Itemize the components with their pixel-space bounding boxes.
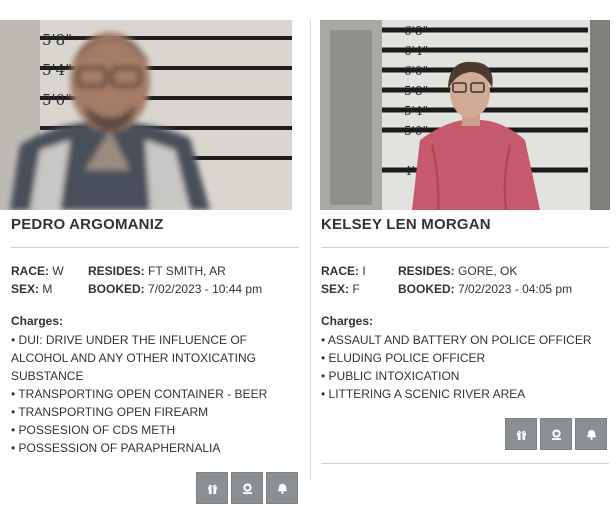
separator (11, 247, 299, 248)
height-mark: 5'8" (42, 31, 72, 49)
mugshot-photo[interactable]: 5'8" 5'4" 5'0" (0, 20, 292, 210)
inmate-name[interactable]: KELSEY LEN MORGAN (321, 216, 491, 233)
charges-heading: Charges: (11, 314, 64, 328)
sex-label: SEX: (321, 282, 350, 296)
gift-icon (516, 430, 526, 440)
mugshot-photo[interactable]: 6'8" 6'4" 6'0" 5'8" 5'4" 5'0" 4'4" (320, 20, 610, 210)
charge-item: • TRANSPORTING OPEN FIREARM (11, 405, 209, 419)
charges-list: • ASSAULT AND BATTERY ON POLICE OFFICER … (321, 331, 606, 403)
charges-heading: Charges: (321, 314, 374, 328)
inmate-info: RACE: W RESIDES: FT SMITH, AR SEX: M BOO… (11, 262, 262, 298)
charge-item: • POSSESSION OF PARAPHERNALIA (11, 441, 221, 455)
charge-item: • DUI: DRIVE UNDER THE INFLUENCE OF ALCO… (11, 333, 256, 383)
height-mark: 5'0" (42, 91, 72, 109)
charge-item: • ASSAULT AND BATTERY ON POLICE OFFICER (321, 333, 592, 347)
height-mark: 5'0" (404, 124, 428, 138)
gift-button[interactable] (505, 418, 537, 450)
resides-value: GORE, OK (458, 264, 518, 278)
gift-icon (207, 484, 217, 494)
height-mark: 5'4" (42, 61, 72, 79)
race-label: RACE: (321, 264, 359, 278)
charge-item: • TRANSPORTING OPEN CONTAINER - BEER (11, 387, 268, 401)
charges-list: • DUI: DRIVE UNDER THE INFLUENCE OF ALCO… (11, 331, 281, 457)
race-value: I (362, 264, 366, 278)
action-buttons (196, 472, 298, 504)
sex-value: F (352, 282, 360, 296)
resides-label: RESIDES: (398, 264, 455, 278)
gift-button[interactable] (196, 472, 228, 504)
charge-item: • POSSESION OF CDS METH (11, 423, 176, 437)
badge-icon (551, 428, 561, 440)
height-mark: 6'8" (404, 24, 428, 38)
separator (321, 463, 609, 464)
booked-value: 7/02/2023 - 04:05 pm (458, 282, 573, 296)
bell-button[interactable] (266, 472, 298, 504)
height-mark: 6'4" (404, 44, 428, 58)
column-divider (310, 20, 311, 480)
race-label: RACE: (11, 264, 49, 278)
height-mark: 5'4" (404, 104, 428, 118)
booked-value: 7/02/2023 - 10:44 pm (148, 282, 263, 296)
booked-label: BOOKED: (398, 282, 455, 296)
action-buttons (505, 418, 607, 450)
bell-button[interactable] (575, 418, 607, 450)
booked-label: BOOKED: (88, 282, 145, 296)
sex-label: SEX: (11, 282, 40, 296)
charge-item: • PUBLIC INTOXICATION (321, 369, 460, 383)
separator (321, 247, 609, 248)
mugshot-image: 6'8" 6'4" 6'0" 5'8" 5'4" 5'0" 4'4" (320, 20, 610, 210)
height-mark: 5'8" (404, 84, 428, 98)
resides-value: FT SMITH, AR (148, 264, 226, 278)
charge-item: • ELUDING POLICE OFFICER (321, 351, 486, 365)
bell-icon (277, 483, 287, 494)
badge-icon (242, 482, 252, 494)
badge-button[interactable] (231, 472, 263, 504)
inmate-name[interactable]: PEDRO ARGOMANIZ (11, 216, 163, 233)
mugshot-image: 5'8" 5'4" 5'0" (0, 20, 292, 210)
badge-button[interactable] (540, 418, 572, 450)
sex-value: M (42, 282, 53, 296)
charge-item: • LITTERING A SCENIC RIVER AREA (321, 387, 526, 401)
bell-icon (586, 429, 596, 440)
race-value: W (52, 264, 64, 278)
inmate-info: RACE: I RESIDES: GORE, OK SEX: F BOOKED:… (321, 262, 572, 298)
resides-label: RESIDES: (88, 264, 145, 278)
height-mark: 6'0" (404, 64, 428, 78)
